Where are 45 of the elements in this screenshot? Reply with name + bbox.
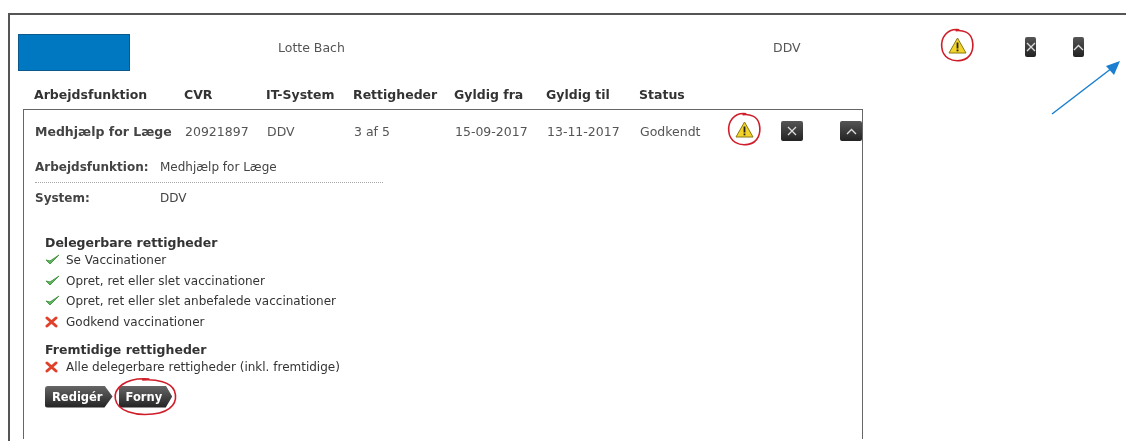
- table-cell-text: DDV: [267, 123, 296, 139]
- column-header: Status: [639, 86, 686, 102]
- table-cell-text: Godkendt: [640, 123, 702, 139]
- close-button[interactable]: [781, 121, 803, 141]
- column-header: Gyldig til: [546, 86, 611, 102]
- check-icon: [45, 274, 60, 287]
- permission-text: Se Vaccinationer: [66, 253, 167, 268]
- column-header: Arbejdsfunktion: [34, 86, 149, 102]
- warning-icon: [948, 37, 967, 54]
- permission-text: Opret, ret eller slet vaccinationer: [66, 273, 265, 288]
- person-name: Lotte Bach: [278, 39, 346, 55]
- section-title: Fremtidige rettigheder: [45, 342, 208, 357]
- collapse-button[interactable]: [1073, 37, 1084, 57]
- table-cell-text: 15-09-2017: [455, 123, 529, 139]
- check-icon: [45, 295, 60, 308]
- column-header: Rettigheder: [353, 86, 439, 102]
- column-header: CVR: [184, 86, 214, 102]
- renew-button[interactable]: Forny: [118, 385, 173, 408]
- permission-text: Alle delegerbare rettigheder (inkl. fremtidige): [66, 360, 340, 375]
- collapse-button[interactable]: [840, 121, 862, 141]
- system-name: DDV: [773, 39, 802, 55]
- caret-up-icon: [1073, 43, 1084, 51]
- close-button[interactable]: [1025, 37, 1036, 57]
- section-title: Delegerbare rettigheder: [45, 235, 219, 250]
- check-icon: [45, 254, 60, 267]
- caret-up-icon: [845, 127, 857, 135]
- table-cell-text: 20921897: [185, 123, 250, 139]
- table-cell-text: 3 af 5: [354, 123, 391, 139]
- column-header: IT-System: [266, 86, 336, 102]
- arrow-drawing: [1050, 58, 1122, 116]
- cross-icon: [45, 315, 58, 328]
- table-cell-text: 13-11-2017: [547, 123, 621, 139]
- close-icon: [1025, 42, 1036, 52]
- field-value: DDV: [160, 191, 188, 205]
- column-header: Gyldig fra: [454, 86, 525, 102]
- close-icon: [787, 126, 797, 136]
- edit-button[interactable]: Redigér: [45, 385, 113, 408]
- field-label: System:: [35, 191, 91, 205]
- field-label: Arbejdsfunktion:: [35, 160, 150, 174]
- permission-text: Opret, ret eller slet anbefalede vaccinationer: [66, 294, 336, 309]
- permission-text: Godkend vaccinationer: [66, 314, 205, 329]
- field-value: Medhjælp for Læge: [160, 160, 278, 174]
- table-cell-text: Medhjælp for Læge: [35, 123, 173, 139]
- cross-icon: [45, 361, 58, 374]
- warning-icon: [735, 121, 754, 138]
